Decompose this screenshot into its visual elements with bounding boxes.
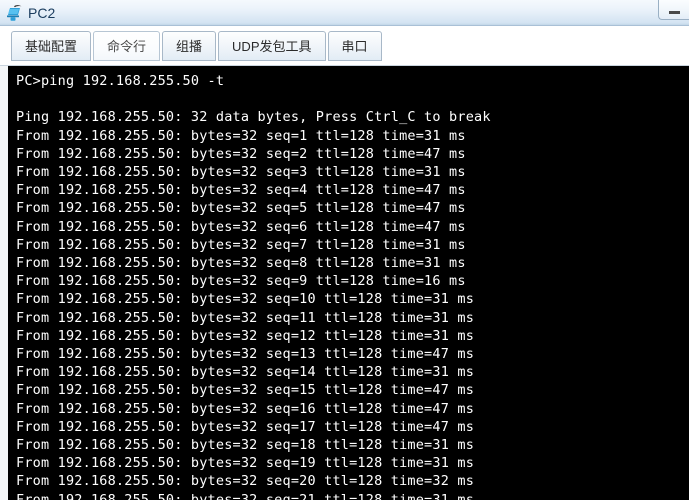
terminal-reply-line: From 192.168.255.50: bytes=32 seq=17 ttl…	[16, 418, 475, 435]
terminal-reply-line: From 192.168.255.50: bytes=32 seq=19 ttl…	[16, 455, 475, 472]
terminal-reply-line: From 192.168.255.50: bytes=32 seq=18 ttl…	[16, 437, 475, 454]
terminal-reply-line: From 192.168.255.50: bytes=32 seq=3 ttl=…	[16, 164, 466, 181]
terminal-reply-line: From 192.168.255.50: bytes=32 seq=6 ttl=…	[16, 218, 466, 235]
pc2-window: PC2 基础配置 命令行 组播 UDP发包工具 串口 PC>ping 192.1…	[0, 0, 689, 500]
terminal-reply-line: From 192.168.255.50: bytes=32 seq=21 ttl…	[16, 491, 475, 500]
terminal-reply-line: From 192.168.255.50: bytes=32 seq=20 ttl…	[16, 473, 475, 490]
terminal-header-line: Ping 192.168.255.50: 32 data bytes, Pres…	[16, 109, 491, 126]
terminal-reply-line: From 192.168.255.50: bytes=32 seq=11 ttl…	[16, 309, 475, 326]
tab-serial-port[interactable]: 串口	[327, 31, 382, 61]
tab-label: 命令行	[107, 38, 147, 54]
tab-udp-packet-tool[interactable]: UDP发包工具	[218, 31, 326, 61]
terminal-panel: PC>ping 192.168.255.50 -t Ping 192.168.2…	[0, 65, 689, 500]
minimize-icon	[668, 10, 680, 14]
terminal-reply-line: From 192.168.255.50: bytes=32 seq=13 ttl…	[16, 346, 475, 363]
terminal-reply-line: From 192.168.255.50: bytes=32 seq=7 ttl=…	[16, 236, 466, 253]
terminal-prompt-line: PC>ping 192.168.255.50 -t	[16, 73, 225, 89]
terminal-reply-line: From 192.168.255.50: bytes=32 seq=15 ttl…	[16, 382, 475, 399]
terminal-reply-line: From 192.168.255.50: bytes=32 seq=2 ttl=…	[16, 145, 466, 162]
terminal-reply-lines: From 192.168.255.50: bytes=32 seq=1 ttl=…	[16, 127, 689, 500]
tab-label: UDP发包工具	[232, 38, 312, 54]
terminal-reply-line: From 192.168.255.50: bytes=32 seq=5 ttl=…	[16, 200, 466, 217]
window-controls	[658, 0, 689, 20]
terminal-reply-line: From 192.168.255.50: bytes=32 seq=9 ttl=…	[16, 273, 466, 290]
terminal-reply-line: From 192.168.255.50: bytes=32 seq=16 ttl…	[16, 400, 475, 417]
terminal-reply-line: From 192.168.255.50: bytes=32 seq=8 ttl=…	[16, 255, 466, 272]
tab-bar: 基础配置 命令行 组播 UDP发包工具 串口	[0, 26, 689, 65]
tab-label: 串口	[341, 38, 368, 54]
minimize-button[interactable]	[658, 0, 689, 20]
pc-device-icon	[7, 4, 22, 21]
terminal-reply-line: From 192.168.255.50: bytes=32 seq=12 ttl…	[16, 327, 475, 344]
tab-command-line[interactable]: 命令行	[93, 31, 161, 61]
terminal-reply-line: From 192.168.255.50: bytes=32 seq=4 ttl=…	[16, 182, 466, 199]
window-titlebar: PC2	[0, 0, 689, 26]
window-title: PC2	[28, 4, 56, 21]
tab-label: 组播	[176, 38, 203, 54]
terminal-reply-line: From 192.168.255.50: bytes=32 seq=10 ttl…	[16, 291, 475, 308]
terminal-output[interactable]: PC>ping 192.168.255.50 -t Ping 192.168.2…	[8, 66, 689, 500]
terminal-reply-line: From 192.168.255.50: bytes=32 seq=1 ttl=…	[16, 127, 466, 144]
tab-basic-config[interactable]: 基础配置	[11, 31, 92, 61]
tab-multicast[interactable]: 组播	[162, 31, 217, 61]
terminal-reply-line: From 192.168.255.50: bytes=32 seq=14 ttl…	[16, 364, 475, 381]
tab-label: 基础配置	[25, 38, 78, 54]
